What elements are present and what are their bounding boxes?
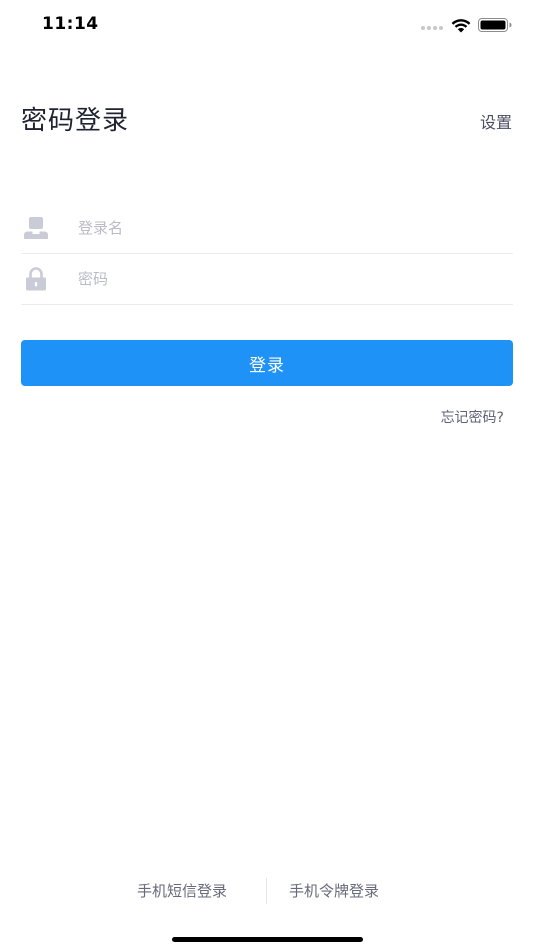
sms-login-link[interactable]: 手机短信登录: [137, 880, 227, 901]
battery-icon: [478, 18, 512, 32]
home-indicator[interactable]: [172, 937, 363, 942]
user-icon: [24, 217, 48, 239]
forgot-password-link[interactable]: 忘记密码?: [441, 407, 504, 427]
lock-icon: [26, 267, 46, 291]
password-row: [21, 254, 513, 305]
username-input[interactable]: [78, 213, 498, 243]
settings-button[interactable]: 设置: [480, 109, 512, 133]
divider: [266, 878, 267, 904]
cellular-signal-icon: [421, 26, 443, 30]
login-button[interactable]: 登录: [21, 340, 513, 386]
password-input[interactable]: [78, 264, 498, 294]
status-bar: 11:14: [0, 0, 534, 52]
status-time: 11:14: [42, 14, 99, 34]
token-login-link[interactable]: 手机令牌登录: [289, 880, 379, 901]
wifi-icon: [451, 19, 471, 33]
username-row: [21, 203, 513, 254]
page-title: 密码登录: [21, 106, 130, 136]
